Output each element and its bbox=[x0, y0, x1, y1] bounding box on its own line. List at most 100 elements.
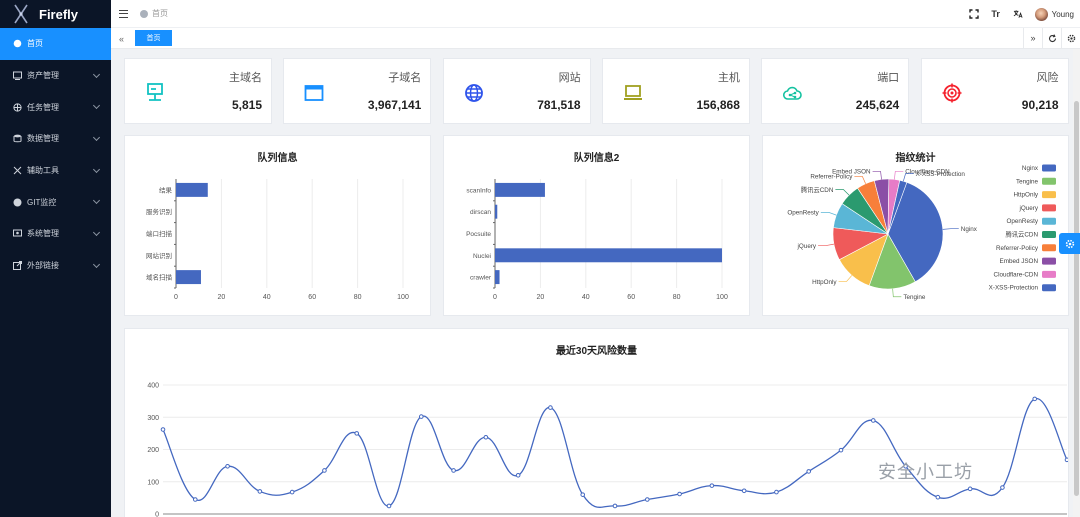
system-icon bbox=[13, 229, 22, 237]
tabs-scroll-left-icon[interactable]: « bbox=[119, 34, 124, 44]
font-size-button[interactable]: Tr bbox=[991, 9, 1001, 19]
x-tick-label: 100 bbox=[397, 294, 409, 301]
pie-label: X-XSS-Protection bbox=[916, 171, 966, 178]
stat-card: 网站 781,518 bbox=[442, 58, 591, 124]
sidebar-item-3[interactable]: 任务管理 bbox=[0, 91, 111, 123]
y-tick-label: scanInfo bbox=[466, 187, 491, 194]
sidebar-item-5[interactable]: 辅助工具 bbox=[0, 155, 111, 187]
logo[interactable]: Firefly bbox=[0, 0, 111, 28]
stat-value: 245,624 bbox=[855, 98, 900, 112]
tab-settings-icon[interactable] bbox=[1061, 28, 1080, 48]
queue-info2-chart: 0 20 40 60 80 100 crawler Nuclei Pocsuite dirscan… bbox=[466, 179, 728, 301]
username[interactable]: Young bbox=[1052, 10, 1074, 19]
app-name: Firefly bbox=[39, 6, 79, 22]
chevron-down-icon[interactable] bbox=[92, 165, 101, 173]
bar bbox=[495, 204, 498, 219]
legend-label: OpenResty bbox=[1007, 218, 1039, 225]
label-leader bbox=[894, 171, 904, 180]
chevron-down-icon[interactable] bbox=[92, 102, 101, 110]
legend-swatch bbox=[1042, 204, 1056, 212]
y-tick-label: crawler bbox=[470, 275, 492, 282]
data-point bbox=[967, 486, 973, 492]
legend-label: Tengine bbox=[1016, 178, 1039, 185]
label-leader bbox=[838, 275, 853, 282]
stat-value: 90,218 bbox=[1021, 98, 1059, 112]
x-tick-label: 40 bbox=[263, 294, 271, 301]
sidebar-item-2[interactable]: 资产管理 bbox=[0, 60, 111, 92]
tools-icon bbox=[13, 166, 22, 175]
sidebar-item-4[interactable]: 数据管理 bbox=[0, 123, 111, 155]
sidebar-item-label: 首页 bbox=[27, 39, 43, 49]
tabs-scroll-right-icon[interactable]: » bbox=[1023, 28, 1042, 48]
sidebar-item-label: GIT监控 bbox=[27, 197, 57, 207]
stat-card: 端口 245,624 bbox=[761, 58, 910, 124]
data-point bbox=[774, 489, 779, 495]
browser-window-icon bbox=[304, 85, 324, 101]
breadcrumb[interactable]: 首页 bbox=[152, 8, 168, 19]
legend-swatch bbox=[1042, 217, 1056, 225]
x-tick-label: 80 bbox=[354, 294, 362, 301]
scrollbar-thumb[interactable] bbox=[1074, 101, 1079, 496]
bar bbox=[495, 248, 722, 263]
chevron-down-icon[interactable] bbox=[92, 229, 101, 237]
data-point bbox=[1064, 457, 1068, 463]
stat-title: 主机 bbox=[717, 72, 740, 84]
x-tick-label: 100 bbox=[716, 294, 728, 301]
target-icon bbox=[942, 83, 961, 103]
watermark: 安全小工坊 bbox=[878, 462, 973, 482]
stat-title: 网站 bbox=[558, 72, 581, 84]
stat-title: 风险 bbox=[1036, 72, 1059, 84]
fingerprint-pie-chart: Nginx Tengine HttpOnly jQuery OpenResty 腾讯云CD… bbox=[787, 164, 1056, 301]
sidebar-item-label: 资产管理 bbox=[27, 71, 59, 81]
fullscreen-icon[interactable] bbox=[968, 9, 979, 19]
scrollbar[interactable] bbox=[1073, 49, 1080, 517]
pie-label: 腾讯云CDN bbox=[801, 185, 834, 194]
legend-swatch bbox=[1042, 177, 1056, 185]
legend-label: jQuery bbox=[1018, 205, 1038, 212]
data-point bbox=[1032, 396, 1038, 402]
legend-label: Embed JSON bbox=[1000, 258, 1039, 265]
refresh-icon[interactable] bbox=[1042, 28, 1061, 48]
chevron-down-icon[interactable] bbox=[92, 70, 101, 78]
sidebar-item-1[interactable]: 首页 bbox=[0, 28, 111, 60]
data-point bbox=[322, 468, 327, 473]
chevron-down-icon[interactable] bbox=[92, 134, 101, 142]
y-tick-label: Pocsuite bbox=[466, 231, 491, 238]
chevron-down-icon[interactable] bbox=[92, 197, 101, 205]
x-tick-label: 60 bbox=[627, 294, 635, 301]
fingerprint-panel: 指纹统计 Nginx Tengine HttpOnly jQuery OpenResty… bbox=[762, 135, 1069, 316]
legend-swatch bbox=[1042, 284, 1056, 292]
pie-label: HttpOnly bbox=[812, 279, 837, 286]
pie-label: Nginx bbox=[961, 226, 978, 233]
sidebar-item-label: 系统管理 bbox=[27, 229, 59, 239]
settings-gear-button[interactable] bbox=[1059, 233, 1080, 254]
y-tick-label: 300 bbox=[147, 415, 159, 422]
label-leader bbox=[835, 189, 850, 196]
tab-home[interactable]: 首页 bbox=[135, 30, 172, 46]
sidebar-item-label: 任务管理 bbox=[27, 102, 59, 112]
x-tick-label: 0 bbox=[493, 294, 497, 301]
y-tick-label: 服务识别 bbox=[146, 207, 172, 216]
label-leader bbox=[942, 228, 959, 230]
data-point bbox=[741, 488, 747, 494]
stat-card: 主机 156,868 bbox=[601, 58, 750, 124]
data-point bbox=[806, 469, 812, 474]
collapse-menu-icon[interactable] bbox=[119, 9, 128, 18]
laptop-icon bbox=[623, 85, 642, 100]
avatar[interactable] bbox=[1034, 7, 1048, 21]
database-icon bbox=[13, 135, 22, 143]
data-point bbox=[225, 463, 230, 469]
github-icon bbox=[13, 198, 22, 207]
y-tick-label: 0 bbox=[155, 512, 159, 517]
sidebar-item-8[interactable]: 外部链接 bbox=[0, 250, 111, 282]
sidebar-item-7[interactable]: 系统管理 bbox=[0, 218, 111, 250]
asset-icon bbox=[13, 71, 22, 81]
label-leader bbox=[818, 243, 835, 246]
sidebar-item-6[interactable]: GIT监控 bbox=[0, 186, 111, 218]
stat-card: 风险 90,218 bbox=[920, 58, 1069, 124]
translate-icon[interactable] bbox=[1013, 9, 1023, 19]
chevron-down-icon[interactable] bbox=[92, 260, 101, 268]
y-tick-label: Nuclei bbox=[473, 253, 491, 260]
x-tick-label: 40 bbox=[582, 294, 590, 301]
risk-trend-panel: 最近30天风险数量 0 100 200 300 400 bbox=[124, 328, 1069, 517]
